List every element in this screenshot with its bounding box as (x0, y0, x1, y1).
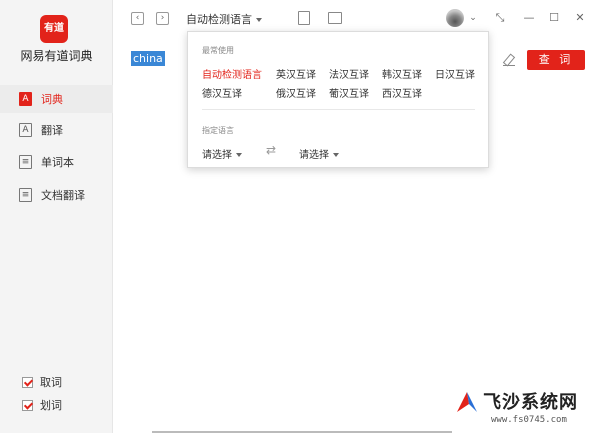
divider (202, 109, 475, 110)
search-input[interactable]: china (131, 51, 165, 66)
select-word-toggle[interactable]: 划词 (22, 397, 62, 413)
language-select-value: 自动检测语言 (186, 13, 252, 26)
sidebar: 有道 网易有道词典 A 词典 A 翻译 ≡ 单词本 ≡ 文档翻译 取词 划词 (0, 0, 113, 433)
sidebar-item-translate[interactable]: A 翻译 (0, 116, 113, 144)
language-option[interactable]: 俄汉互译 (276, 85, 316, 100)
language-option[interactable]: 自动检测语言 (202, 66, 262, 81)
back-button[interactable]: ‹ (131, 12, 144, 25)
select-word-checkbox[interactable] (22, 399, 33, 411)
frequent-heading: 最常使用 (202, 46, 234, 55)
language-option[interactable]: 韩汉互译 (382, 66, 422, 81)
search-input-value: china (131, 51, 165, 66)
sidebar-item-label: 文档翻译 (41, 189, 85, 202)
note-icon[interactable] (298, 11, 310, 25)
language-dropdown: 最常使用 自动检测语言 英汉互译 法汉互译 韩汉互译 日汉互译 德汉互译 俄汉互… (187, 31, 489, 168)
watermark-title: 飞沙系统网 (483, 392, 578, 413)
language-option[interactable]: 西汉互译 (382, 85, 422, 100)
avatar[interactable] (446, 9, 464, 27)
watermark-logo-icon (457, 392, 477, 412)
screenshot-icon[interactable] (328, 12, 342, 24)
sidebar-item-label: 词典 (41, 93, 63, 106)
sidebar-item-label: 单词本 (41, 156, 74, 169)
sidebar-item-dictionary[interactable]: A 词典 (0, 85, 113, 113)
app-name: 网易有道词典 (20, 49, 93, 63)
caret-down-icon (333, 153, 339, 157)
sidebar-item-document-translate[interactable]: ≡ 文档翻译 (0, 181, 113, 209)
target-language-select[interactable]: 请选择 (299, 146, 339, 161)
source-language-value: 请选择 (202, 150, 232, 161)
select-word-label: 划词 (40, 399, 62, 412)
capture-word-label: 取词 (40, 376, 62, 389)
language-option[interactable]: 日汉互译 (435, 66, 475, 81)
chevron-down-icon[interactable]: ⌄ (467, 12, 479, 24)
sidebar-item-label: 翻译 (41, 124, 63, 137)
close-button[interactable]: ✕ (574, 12, 586, 24)
minimize-button[interactable]: — (523, 12, 535, 24)
watermark: 飞沙系统网 www.fs0745.com (455, 388, 600, 433)
restore-icon[interactable]: ⤡ (494, 12, 506, 24)
query-button[interactable]: 查 词 (527, 50, 585, 70)
language-option[interactable]: 葡汉互译 (329, 85, 369, 100)
language-option[interactable]: 德汉互译 (202, 85, 242, 100)
target-language-value: 请选择 (299, 150, 329, 161)
language-option[interactable]: 英汉互译 (276, 66, 316, 81)
caret-down-icon (236, 153, 242, 157)
maximize-button[interactable]: ☐ (548, 12, 560, 24)
watermark-url: www.fs0745.com (491, 415, 567, 425)
source-language-select[interactable]: 请选择 (202, 146, 242, 161)
document-icon: ≡ (19, 188, 32, 202)
capture-word-toggle[interactable]: 取词 (22, 374, 62, 390)
translate-icon: A (19, 123, 32, 137)
wordbook-icon: ≡ (19, 155, 32, 169)
dictionary-icon: A (19, 92, 32, 106)
specify-heading: 指定语言 (202, 126, 234, 135)
caret-down-icon (256, 18, 262, 22)
pen-icon[interactable] (503, 54, 515, 66)
sidebar-item-wordbook[interactable]: ≡ 单词本 (0, 148, 113, 176)
capture-word-checkbox[interactable] (22, 376, 33, 388)
forward-button[interactable]: › (156, 12, 169, 25)
language-option[interactable]: 法汉互译 (329, 66, 369, 81)
app-logo: 有道 (40, 15, 68, 43)
swap-icon[interactable]: ⇄ (263, 143, 279, 157)
language-select[interactable]: 自动检测语言 (186, 11, 262, 27)
